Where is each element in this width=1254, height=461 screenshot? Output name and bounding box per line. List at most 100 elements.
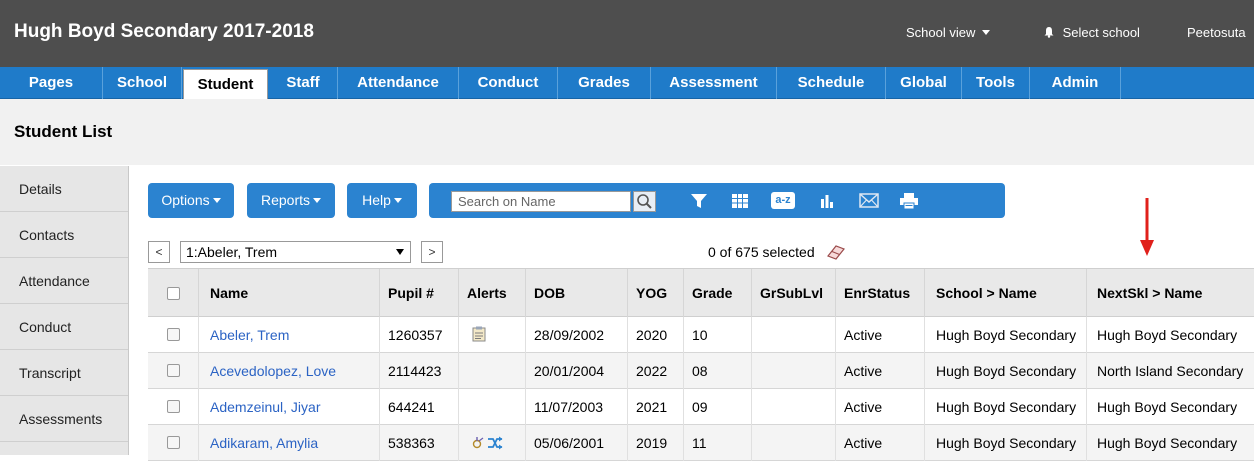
row-checkbox[interactable] <box>167 436 180 449</box>
eraser-icon[interactable] <box>825 244 847 260</box>
student-name-link[interactable]: Adikaram, Amylia <box>199 425 380 461</box>
side-tab-label: Assessments <box>19 411 103 427</box>
sort-button[interactable]: a-z <box>768 183 798 218</box>
tab-pages[interactable]: Pages <box>0 67 103 99</box>
tab-school[interactable]: School <box>103 67 182 99</box>
yog-cell: 2020 <box>628 317 684 353</box>
sort-az-icon: a-z <box>771 192 795 209</box>
column-header-nextskl-name[interactable]: NextSkl > Name <box>1087 269 1254 318</box>
pupil-number: 538363 <box>380 425 459 461</box>
mail-icon <box>859 193 879 208</box>
tab-schedule[interactable]: Schedule <box>777 67 886 99</box>
side-tab-transcript[interactable]: Transcript <box>0 350 128 396</box>
print-button[interactable] <box>894 183 924 218</box>
tab-tools[interactable]: Tools <box>962 67 1030 99</box>
column-header-yog[interactable]: YOG <box>628 269 684 318</box>
tab-staff[interactable]: Staff <box>269 67 338 99</box>
side-tab-label: Details <box>19 181 62 197</box>
search-icon <box>637 194 652 209</box>
user-menu[interactable]: Peetosuta <box>1187 25 1246 40</box>
help-button[interactable]: Help <box>347 183 417 218</box>
row-checkbox[interactable] <box>167 400 180 413</box>
select-school-label: Select school <box>1062 25 1140 40</box>
school-name-cell: Hugh Boyd Secondary <box>925 353 1087 389</box>
side-tab-label: Conduct <box>19 319 72 335</box>
select-all-cell <box>148 269 199 318</box>
student-name-link[interactable]: Ademzeinul, Jiyar <box>199 389 380 425</box>
pupil-number: 644241 <box>380 389 459 425</box>
student-name-link[interactable]: Abeler, Trem <box>199 317 380 353</box>
chart-button[interactable] <box>812 183 842 218</box>
tab-grades[interactable]: Grades <box>558 67 651 99</box>
current-record-select[interactable]: 1:Abeler, Trem <box>180 241 411 263</box>
email-button[interactable] <box>854 183 884 218</box>
content-area: Options Reports Help Search on Name a-z … <box>129 166 1254 461</box>
page-header: Student List <box>0 99 1254 165</box>
column-header-enrstatus[interactable]: EnrStatus <box>836 269 925 318</box>
next-record-button[interactable]: > <box>421 241 443 263</box>
school-name-cell: Hugh Boyd Secondary <box>925 425 1087 461</box>
reports-label: Reports <box>260 192 311 208</box>
side-tab-details[interactable]: Details <box>0 166 128 212</box>
tab-student[interactable]: Student <box>183 69 268 99</box>
table-row[interactable]: Adikaram, Amylia 538363 05/06/2001 2019 … <box>148 425 1254 461</box>
search-input[interactable]: Search on Name <box>451 191 631 212</box>
search-button[interactable] <box>633 191 656 212</box>
transfer-alert-icon[interactable] <box>487 436 503 450</box>
pupil-number: 2114423 <box>380 353 459 389</box>
help-label: Help <box>362 192 391 208</box>
chevron-down-icon <box>982 30 990 35</box>
row-checkbox[interactable] <box>167 328 180 341</box>
table-row[interactable]: Abeler, Trem 1260357 28/09/2002 2020 10 … <box>148 317 1254 353</box>
side-tab-assessments[interactable]: Assessments <box>0 396 128 442</box>
tab-admin[interactable]: Admin <box>1030 67 1121 99</box>
tab-conduct[interactable]: Conduct <box>459 67 558 99</box>
dob-cell: 28/09/2002 <box>526 317 628 353</box>
tab-attendance[interactable]: Attendance <box>338 67 459 99</box>
medical-alert-icon[interactable] <box>471 436 485 450</box>
page-title: Student List <box>14 122 113 141</box>
reports-button[interactable]: Reports <box>247 183 335 218</box>
select-all-checkbox[interactable] <box>167 287 180 300</box>
tab-global[interactable]: Global <box>886 67 962 99</box>
yog-cell: 2022 <box>628 353 684 389</box>
table-row[interactable]: Acevedolopez, Love 2114423 20/01/2004 20… <box>148 353 1254 389</box>
grade-cell: 11 <box>684 425 752 461</box>
column-header-grade[interactable]: Grade <box>684 269 752 318</box>
top-bar: Hugh Boyd Secondary 2017-2018 School vie… <box>0 0 1254 67</box>
options-button[interactable]: Options <box>148 183 234 218</box>
nextskl-name-cell: Hugh Boyd Secondary <box>1097 435 1238 451</box>
side-tab-attendance[interactable]: Attendance <box>0 258 128 304</box>
school-view-menu[interactable]: School view <box>906 25 990 40</box>
column-header-pupil[interactable]: Pupil # <box>380 269 459 318</box>
previous-record-button[interactable]: < <box>148 241 170 263</box>
column-header-alerts[interactable]: Alerts <box>459 269 526 318</box>
fields-button[interactable] <box>725 183 755 218</box>
column-header-grsublvl[interactable]: GrSubLvl <box>752 269 836 318</box>
grsublvl-cell <box>752 353 836 389</box>
search-toolbar: Search on Name a-z <box>429 183 1005 218</box>
sort-az-label: a-z <box>775 194 791 206</box>
side-tab-conduct[interactable]: Conduct <box>0 304 128 350</box>
school-name-cell: Hugh Boyd Secondary <box>925 389 1087 425</box>
alerts-cell <box>459 353 526 389</box>
school-name-cell: Hugh Boyd Secondary <box>925 317 1087 353</box>
side-tab-contacts[interactable]: Contacts <box>0 212 128 258</box>
column-header-name[interactable]: Name <box>199 269 380 318</box>
options-label: Options <box>161 192 210 208</box>
filter-button[interactable] <box>684 183 714 218</box>
grsublvl-cell <box>752 425 836 461</box>
row-select-cell <box>148 425 199 461</box>
alerts-cell <box>459 389 526 425</box>
row-checkbox[interactable] <box>167 364 180 377</box>
column-header-school-name[interactable]: School > Name <box>925 269 1087 318</box>
alerts-cell <box>459 425 526 461</box>
student-name-link[interactable]: Acevedolopez, Love <box>199 353 380 389</box>
tab-assessment[interactable]: Assessment <box>651 67 777 99</box>
table-row[interactable]: Ademzeinul, Jiyar 644241 11/07/2003 2021… <box>148 389 1254 425</box>
note-alert-icon[interactable] <box>472 326 486 342</box>
grid-icon <box>732 193 748 208</box>
column-header-dob[interactable]: DOB <box>526 269 628 318</box>
select-school-link[interactable]: Select school <box>1043 25 1140 40</box>
chevron-down-icon <box>212 198 221 203</box>
